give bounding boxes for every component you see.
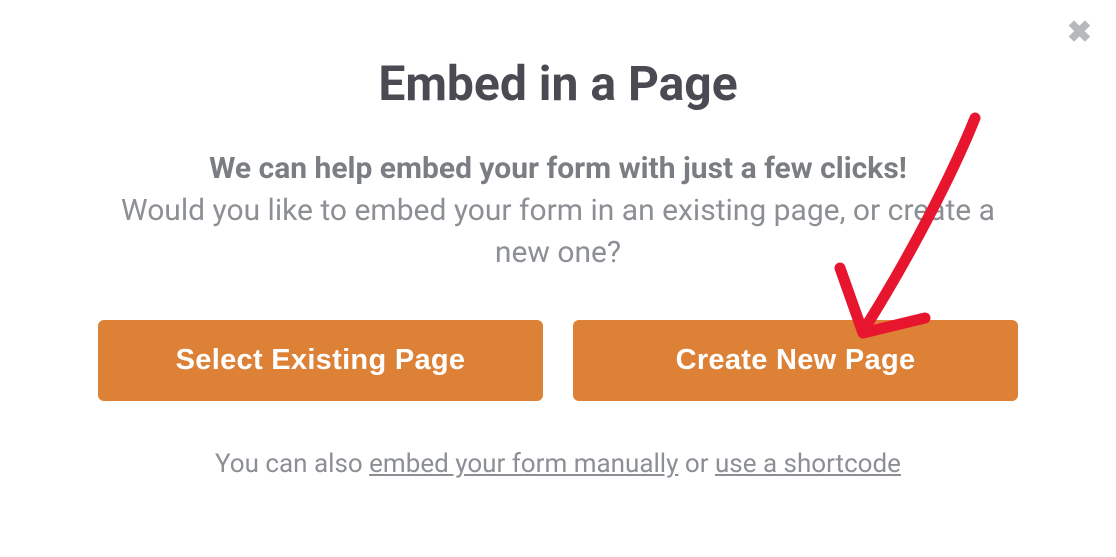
button-row: Select Existing Page Create New Page xyxy=(98,320,1018,401)
embed-modal: Embed in a Page We can help embed your f… xyxy=(98,55,1018,479)
footer-text: You can also embed your form manually or… xyxy=(98,449,1018,479)
embed-manually-link[interactable]: embed your form manually xyxy=(369,449,678,479)
footer-or: or xyxy=(678,449,715,479)
subtitle-rest: Would you like to embed your form in an … xyxy=(121,193,995,270)
modal-subtitle: We can help embed your form with just a … xyxy=(98,148,1018,274)
select-existing-page-button[interactable]: Select Existing Page xyxy=(98,320,543,401)
footer-prefix: You can also xyxy=(215,449,369,479)
modal-title: Embed in a Page xyxy=(98,55,1018,112)
subtitle-bold: We can help embed your form with just a … xyxy=(209,151,907,186)
create-new-page-button[interactable]: Create New Page xyxy=(573,320,1018,401)
close-icon[interactable]: ✖ xyxy=(1067,18,1092,48)
use-shortcode-link[interactable]: use a shortcode xyxy=(715,449,901,479)
